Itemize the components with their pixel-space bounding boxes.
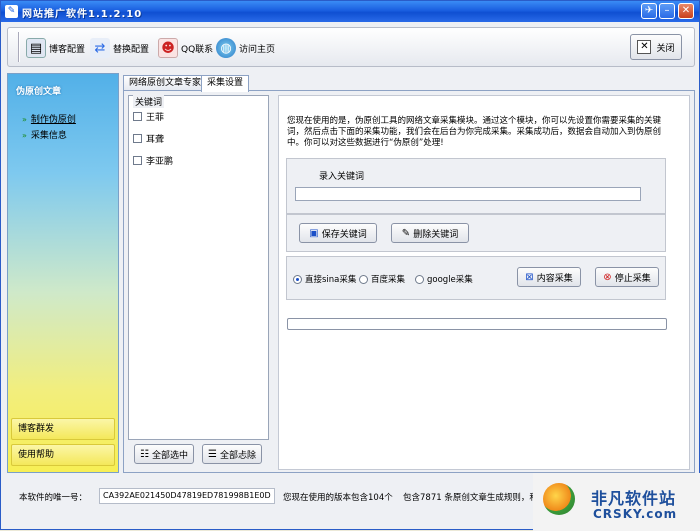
- app-window: ✎ 网站推广软件1.1.2.10 ✈ – ✕ ▤ 博客配置 ⇄ 替换配置 ☻ Q…: [0, 0, 700, 531]
- qq-contact-button[interactable]: ☻ QQ联系: [158, 36, 213, 60]
- select-all-button[interactable]: ☷ 全部选中: [134, 444, 194, 464]
- clear-all-label: 全部忐除: [219, 450, 256, 461]
- sidebar-item-make-pseudo-original[interactable]: » 制作伪原创: [22, 112, 76, 125]
- stop-collect-button[interactable]: ⊗ 停止采集: [595, 267, 659, 287]
- blog-config-label: 博客配置: [49, 44, 86, 55]
- replace-config-label: 替换配置: [113, 44, 150, 55]
- keyword-label: 王菲: [146, 113, 165, 123]
- save-keywords-button[interactable]: ▣ 保存关键词: [299, 223, 377, 243]
- watermark-logo-icon: [543, 483, 575, 515]
- keyword-list-header: 关键词: [133, 95, 165, 108]
- blog-config-button[interactable]: ▤ 博客配置: [26, 36, 85, 60]
- toolbar-separator: [18, 32, 20, 62]
- unique-id-label: 本软件的唯一号：: [19, 493, 88, 503]
- sidebar-item-label: 采集信息: [30, 131, 67, 141]
- delete-keywords-button[interactable]: ✎ 删除关键词: [391, 223, 469, 243]
- collect-progress-bar: [287, 318, 667, 330]
- radio-label: google采集: [427, 275, 473, 285]
- watermark-cn: 非凡软件站: [591, 489, 677, 508]
- main-area: 网络原创文章专家 采集设置 关键词 王菲 耳聋 李亚鹏 ☷ 全部选中 ☰ 全部忐除: [123, 73, 695, 473]
- qq-contact-label: QQ联系: [181, 44, 214, 55]
- rules-text: 包含7871 条原创文章生成规则，和3: [403, 493, 544, 503]
- collect-content: 您现在使用的是，伪原创工具的网络文章采集模块。通过这个模块，你可以先设置你需要采…: [278, 95, 690, 470]
- stop-collect-label: 停止采集: [614, 273, 651, 284]
- radio-dot: [359, 274, 368, 284]
- keyword-label: 李亚鹏: [146, 157, 174, 167]
- double-chevron-icon: »: [22, 115, 27, 124]
- checkbox[interactable]: [133, 134, 142, 143]
- tab-original-article-expert[interactable]: 网络原创文章专家: [123, 75, 208, 91]
- content-collect-label: 内容采集: [536, 273, 573, 284]
- collect-icon: ⊠: [525, 271, 534, 283]
- select-all-label: 全部选中: [151, 450, 188, 461]
- sidebar-item-collect-info[interactable]: » 采集信息: [22, 128, 67, 141]
- person-icon: ☻: [158, 38, 178, 58]
- replace-config-button[interactable]: ⇄ 替换配置: [90, 36, 149, 60]
- window-close-button[interactable]: ✕: [678, 3, 694, 19]
- collect-description: 您现在使用的是，伪原创工具的网络文章采集模块。通过这个模块，你可以先设置你需要采…: [287, 116, 662, 148]
- content-collect-button[interactable]: ⊠ 内容采集: [517, 267, 581, 287]
- keyword-item[interactable]: 李亚鹏: [133, 154, 173, 167]
- radio-dot: [293, 274, 302, 284]
- globe-icon: ◍: [216, 38, 236, 58]
- eraser-icon: ✎: [401, 227, 411, 239]
- title-bar: ✎ 网站推广软件1.1.2.10 ✈ – ✕: [1, 1, 699, 22]
- keyword-list: 关键词 王菲 耳聋 李亚鹏: [128, 95, 269, 440]
- sidebar: 伪原创文章 » 制作伪原创 » 采集信息 博客群发 使用帮助: [7, 73, 119, 473]
- keyword-input-label: 录入关键词: [319, 172, 365, 182]
- delete-keywords-label: 删除关键词: [413, 229, 459, 240]
- keyword-label: 耳聋: [146, 135, 165, 145]
- clear-all-icon: ☰: [208, 448, 217, 460]
- version-text: 您现在使用的版本包含104个: [283, 493, 393, 503]
- document-icon: ▤: [26, 38, 46, 58]
- select-all-icon: ☷: [140, 448, 149, 460]
- radio-label: 直接sina采集: [305, 275, 357, 285]
- visit-homepage-button[interactable]: ◍ 访问主页: [216, 36, 275, 60]
- checkbox[interactable]: [133, 112, 142, 121]
- save-icon: ▣: [309, 227, 319, 239]
- radio-label: 百度采集: [371, 275, 406, 285]
- window-title: 网站推广软件1.1.2.10: [22, 9, 143, 20]
- close-button[interactable]: ✕ 关闭: [630, 34, 682, 60]
- sidebar-item-label: 制作伪原创: [30, 115, 76, 125]
- keyword-actions-group: ▣ 保存关键词 ✎ 删除关键词: [286, 214, 666, 252]
- app-icon: ✎: [5, 5, 18, 18]
- radio-sina[interactable]: 直接sina采集: [293, 273, 356, 285]
- tab-collect-settings[interactable]: 采集设置: [201, 75, 250, 92]
- keyword-item[interactable]: 耳聋: [133, 132, 164, 145]
- save-keywords-label: 保存关键词: [321, 229, 367, 240]
- toolbar: ▤ 博客配置 ⇄ 替换配置 ☻ QQ联系 ◍ 访问主页 ✕ 关闭: [7, 27, 695, 67]
- unique-id-field[interactable]: CA392AE021450D47819ED781998B1E0D: [99, 488, 275, 504]
- watermark-en: CRSKY.com: [593, 507, 678, 521]
- clear-all-button[interactable]: ☰ 全部忐除: [202, 444, 262, 464]
- radio-dot: [415, 274, 424, 284]
- collect-source-group: 直接sina采集 百度采集 google采集 ⊠ 内容采集 ⊗ 停止采集: [286, 256, 666, 300]
- keyword-input[interactable]: [295, 187, 641, 201]
- radio-google[interactable]: google采集: [415, 273, 473, 285]
- keyword-input-group: 录入关键词: [286, 158, 666, 214]
- stop-icon: ⊗: [603, 271, 612, 283]
- keyword-item[interactable]: 王菲: [133, 110, 164, 123]
- close-icon: ✕: [637, 40, 652, 54]
- swap-icon: ⇄: [90, 38, 110, 58]
- watermark: 非凡软件站 CRSKY.com: [533, 473, 700, 531]
- sidebar-blog-broadcast[interactable]: 博客群发: [11, 418, 115, 440]
- minimize-button[interactable]: –: [659, 3, 675, 19]
- visit-homepage-label: 访问主页: [239, 44, 276, 55]
- checkbox[interactable]: [133, 156, 142, 165]
- radio-baidu[interactable]: 百度采集: [359, 273, 405, 285]
- double-chevron-icon: »: [22, 131, 27, 140]
- sidebar-section-title: 伪原创文章: [16, 87, 62, 97]
- pin-button[interactable]: ✈: [641, 3, 657, 19]
- close-label: 关闭: [656, 43, 675, 54]
- sidebar-help[interactable]: 使用帮助: [11, 444, 115, 466]
- collect-settings-panel: 关键词 王菲 耳聋 李亚鹏 ☷ 全部选中 ☰ 全部忐除 您现在使用的是，伪原创工具的…: [123, 90, 695, 473]
